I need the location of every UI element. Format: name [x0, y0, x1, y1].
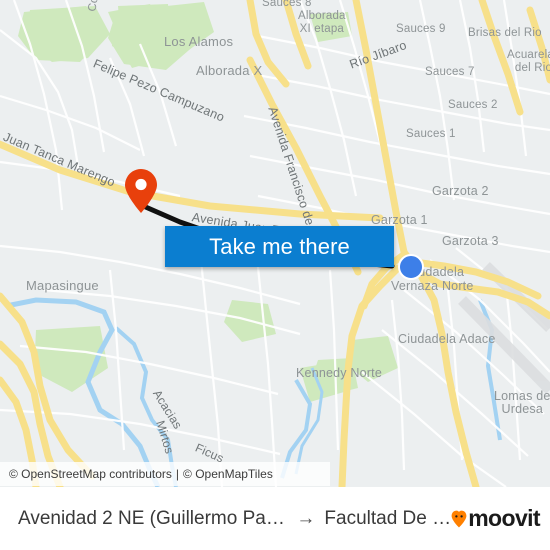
map-attribution: © OpenStreetMap contributors | © OpenMap…	[0, 462, 330, 486]
take-me-there-button[interactable]: Take me there	[165, 226, 394, 267]
attribution-separator: |	[175, 467, 180, 481]
moovit-brand[interactable]: moovit	[451, 505, 541, 532]
map-canvas[interactable]: Co Sauces 8 Alborada XI etapa Sauces 9 Br…	[0, 0, 550, 487]
route-endpoints: Avenidad 2 NE (Guillermo Pareja ... → Fa…	[18, 508, 451, 530]
route-footer-bar: Avenidad 2 NE (Guillermo Pareja ... → Fa…	[0, 487, 550, 550]
route-origin-label: Avenidad 2 NE (Guillermo Pareja ...	[18, 507, 287, 529]
arrow-right-icon: →	[296, 507, 316, 529]
destination-location-dot-icon[interactable]	[398, 254, 424, 280]
moovit-heart-icon	[451, 510, 467, 528]
moovit-route-preview: Co Sauces 8 Alborada XI etapa Sauces 9 Br…	[0, 0, 550, 550]
take-me-there-label: Take me there	[209, 233, 350, 259]
attribution-osm[interactable]: © OpenStreetMap contributors	[9, 467, 172, 481]
origin-map-pin-icon[interactable]	[124, 168, 158, 214]
attribution-tiles[interactable]: © OpenMapTiles	[183, 467, 273, 481]
route-destination-label: Facultad De Ci...	[324, 507, 451, 529]
moovit-wordmark: moovit	[468, 505, 540, 531]
